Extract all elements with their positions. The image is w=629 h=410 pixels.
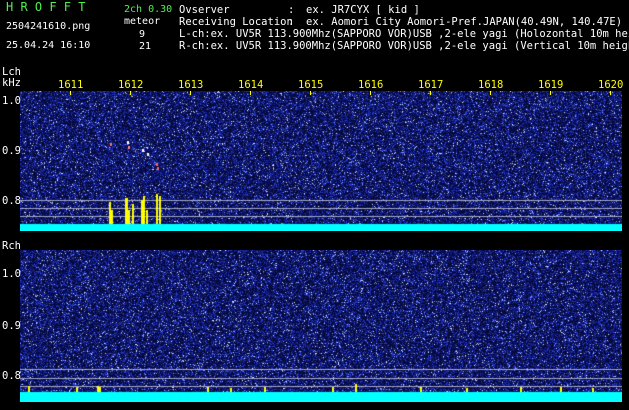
lch-ytick-0.9: 0.9 [2,145,21,157]
location-key: Receiving Location [179,16,293,28]
x-axis-tick [370,91,371,95]
x-axis-label: 1612 [118,79,144,91]
rch-spectrogram [20,250,622,402]
x-axis-tick [610,91,611,95]
x-axis-label: 1618 [478,79,504,91]
rch-ytick-0.9: 0.9 [2,320,21,332]
lch-ytick-1.0: 1.0 [2,95,21,107]
meteor-label: meteor [124,16,161,27]
rch-spectrogram-canvas [20,250,622,402]
app-logo: H R O F F T [6,0,86,14]
observer-key: Ovserver [179,4,230,16]
x-axis-tick [430,91,431,95]
rch-ytick-0.8: 0.8 [2,370,21,382]
observer-value: ex. JR7CYX [ kid ] [306,4,420,16]
rch-meteor-count: 21 [139,41,152,52]
rch-description: R-ch:ex. UV5R 113.900Mhz(SAPPORO VOR)USB… [179,40,629,52]
x-axis-label: 1619 [538,79,564,91]
x-axis-label: 1617 [418,79,444,91]
x-axis-tick [250,91,251,95]
lch-description: L-ch:ex. UV5R 113.900Mhz(SAPPORO VOR)USB… [179,28,629,40]
x-axis-tick [310,91,311,95]
location-value: ex. Aomori City Aomori-Pref.JAPAN(40.49N… [306,16,623,28]
x-axis-tick [130,91,131,95]
datetime-label: 25.04.24 16:10 [6,40,91,51]
x-axis-label: 1611 [58,79,84,91]
observer-sep: : [288,4,295,16]
location-sep: : [288,16,295,28]
x-axis-label: 1615 [298,79,324,91]
lch-spectrogram-canvas [20,91,622,231]
filename-label: 2504241610.png [6,21,91,32]
x-axis-tick [550,91,551,95]
x-axis-label: 1616 [358,79,384,91]
lch-ytick-0.8: 0.8 [2,195,21,207]
lch-unit: kHz [2,77,21,89]
lch-meteor-count: 9 [139,29,146,40]
rch-ytick-1.0: 1.0 [2,268,21,280]
x-axis-label: 1613 [178,79,204,91]
x-axis-tick [70,91,71,95]
rch-label: Rch [2,240,21,252]
x-axis-label: 1614 [238,79,264,91]
lch-spectrogram [20,91,622,231]
x-axis-label: 1620 [598,79,624,91]
x-axis-tick [490,91,491,95]
mode-label: 2ch 0.30 [124,4,173,15]
x-axis-tick [190,91,191,95]
